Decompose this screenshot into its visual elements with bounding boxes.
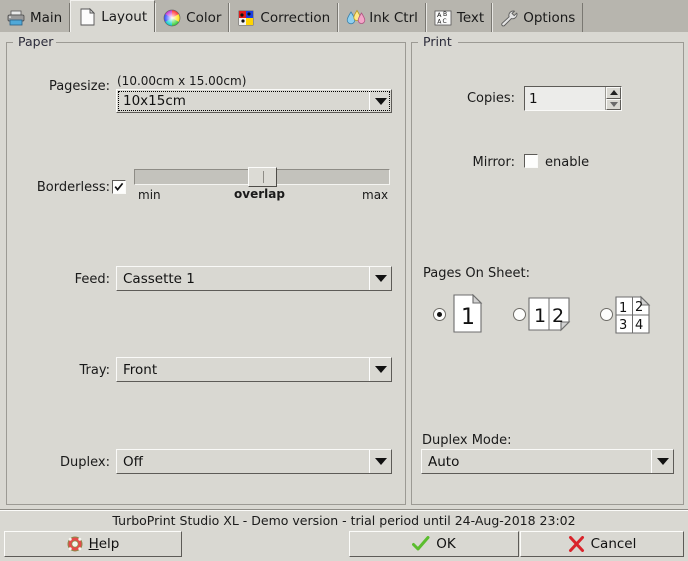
borderless-checkbox[interactable]	[112, 180, 126, 194]
svg-text:C: C	[442, 18, 446, 25]
help-button[interactable]: Help	[4, 531, 182, 557]
pages-on-sheet-radio-2[interactable]	[513, 308, 526, 321]
lifering-icon	[67, 536, 83, 552]
tab-options[interactable]: Options	[492, 3, 584, 32]
help-label-underlined: H	[88, 536, 99, 552]
pagesize-value: 10x15cm	[123, 93, 186, 109]
borderless-label: Borderless:	[36, 180, 110, 195]
slider-min-label: min	[138, 188, 161, 202]
ink-drops-icon	[345, 9, 366, 27]
page-2up-icon[interactable]: 1 2	[527, 294, 571, 334]
svg-text:3: 3	[619, 318, 627, 333]
print-group-title: Print	[420, 34, 455, 49]
help-label-rest: elp	[98, 536, 120, 552]
separator	[0, 509, 688, 511]
copies-spinner[interactable]: 1	[524, 86, 622, 111]
chevron-down-icon[interactable]	[369, 267, 391, 290]
check-icon	[412, 536, 430, 552]
pagesize-label: Pagesize:	[48, 79, 110, 94]
svg-text:2: 2	[552, 305, 564, 327]
feed-value: Cassette 1	[123, 270, 195, 287]
feed-combo[interactable]: Cassette 1	[116, 266, 392, 291]
svg-text:B: B	[443, 11, 447, 18]
mirror-checkbox[interactable]	[524, 154, 538, 168]
tab-correction-label: Correction	[260, 9, 331, 26]
chevron-down-icon[interactable]	[651, 450, 673, 473]
stepper-up-icon[interactable]	[606, 87, 621, 99]
ok-button[interactable]: OK	[349, 531, 519, 557]
svg-text:2: 2	[635, 300, 643, 315]
page-1up-icon[interactable]: 1	[452, 294, 483, 334]
chevron-down-icon[interactable]	[369, 90, 391, 112]
tab-layout-label: Layout	[101, 8, 148, 25]
chevron-down-icon[interactable]	[369, 358, 391, 381]
duplex-label: Duplex:	[60, 455, 110, 470]
duplex-mode-combo[interactable]: Auto	[421, 449, 674, 474]
copies-value[interactable]: 1	[525, 87, 605, 110]
pagesize-dimensions: (10.00cm x 15.00cm)	[117, 74, 247, 88]
color-wheel-icon	[162, 9, 182, 27]
duplex-mode-label: Duplex Mode:	[422, 433, 512, 448]
help-button-label: Help	[89, 536, 120, 552]
pagesize-combo[interactable]: 10x15cm	[116, 89, 392, 113]
duplex-mode-value: Auto	[428, 453, 460, 470]
svg-text:1: 1	[534, 305, 546, 327]
pages-on-sheet-radio-1[interactable]	[433, 308, 446, 321]
tab-bar: Main Layout Color Correction Ink Ctrl A …	[0, 0, 688, 32]
mirror-enable-label: enable	[545, 155, 590, 170]
status-text: TurboPrint Studio XL - Demo version - tr…	[112, 513, 576, 528]
wrench-icon	[499, 9, 519, 27]
tab-color-label: Color	[186, 9, 222, 26]
chevron-down-icon[interactable]	[369, 450, 391, 473]
slider-max-label: max	[362, 188, 389, 202]
stepper-down-icon[interactable]	[606, 98, 621, 110]
printer-icon	[6, 9, 26, 27]
tray-value: Front	[123, 361, 158, 378]
cancel-button-label: Cancel	[590, 536, 637, 552]
overlap-slider-handle[interactable]	[248, 167, 277, 187]
tray-label: Tray:	[79, 363, 110, 378]
duplex-value: Off	[123, 453, 143, 470]
tab-ink-ctrl[interactable]: Ink Ctrl	[338, 3, 426, 32]
tab-ink-ctrl-label: Ink Ctrl	[369, 9, 418, 26]
correction-icon	[236, 9, 256, 27]
mirror-label: Mirror:	[472, 155, 515, 170]
slider-center-label: overlap	[234, 187, 285, 201]
copies-label: Copies:	[466, 91, 515, 106]
abc-text-icon: A B C A	[433, 9, 453, 27]
tab-main[interactable]: Main	[0, 3, 71, 32]
paper-group-title: Paper	[15, 34, 57, 49]
cancel-button[interactable]: Cancel	[520, 531, 684, 557]
tab-text[interactable]: A B C A Text	[425, 3, 493, 32]
tab-layout[interactable]: Layout	[70, 0, 156, 32]
tab-correction[interactable]: Correction	[229, 3, 339, 32]
page-icon	[77, 7, 97, 26]
page-4up-icon[interactable]: 1 2 3 4	[614, 294, 652, 336]
feed-label: Feed:	[74, 272, 110, 287]
svg-text:4: 4	[635, 318, 643, 333]
pages-on-sheet-radio-4[interactable]	[600, 308, 613, 321]
ok-button-label: OK	[436, 536, 456, 552]
duplex-combo[interactable]: Off	[116, 449, 392, 474]
copies-stepper[interactable]	[605, 87, 621, 110]
pages-on-sheet-label: Pages On Sheet:	[423, 266, 530, 281]
tray-combo[interactable]: Front	[116, 357, 392, 382]
tab-color[interactable]: Color	[155, 3, 230, 32]
svg-text:1: 1	[461, 305, 475, 330]
svg-text:1: 1	[619, 301, 627, 316]
tab-text-label: Text	[456, 9, 485, 26]
tab-options-label: Options	[523, 9, 576, 26]
tab-main-label: Main	[30, 9, 63, 26]
cross-icon	[568, 536, 585, 552]
